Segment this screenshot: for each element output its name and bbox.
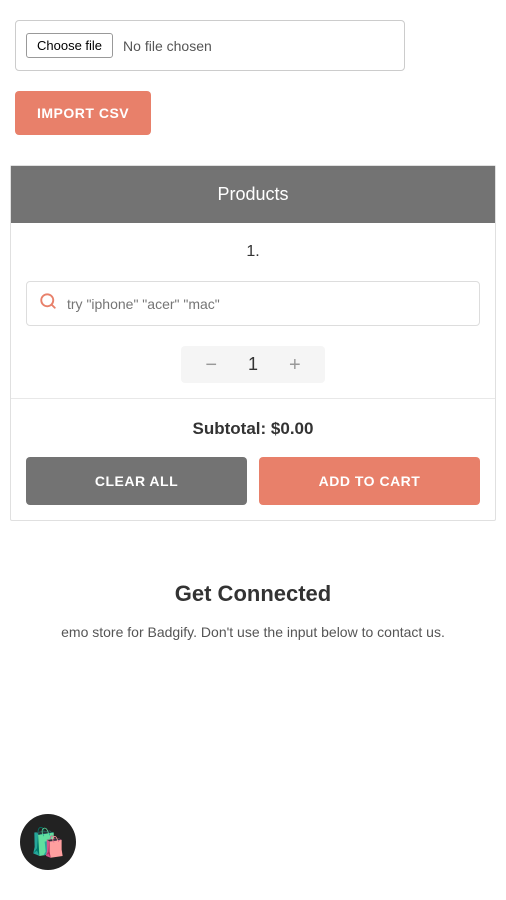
import-csv-button[interactable]: IMPORT CSV [15,91,151,135]
get-connected-section: Get Connected emo store for Badgify. Don… [0,521,506,673]
file-input-section: Choose file No file chosen [0,0,506,81]
product-number: 1. [11,223,495,271]
quantity-increase-button[interactable]: + [285,355,305,375]
search-input[interactable] [67,296,467,312]
search-wrapper [26,281,480,326]
quantity-decrease-button[interactable]: − [201,355,221,375]
search-icon [39,292,57,315]
no-file-label: No file chosen [123,38,212,54]
file-input-wrapper: Choose file No file chosen [15,20,405,71]
action-buttons: CLEAR ALL ADD TO CART [26,457,480,505]
subtotal-text: Subtotal: $0.00 [26,419,480,439]
shopify-icon: 🛍️ [31,826,66,859]
products-section: Products 1. − 1 + Subtotal: $0.00 [10,165,496,521]
products-header: Products [11,166,495,223]
choose-file-button[interactable]: Choose file [26,33,113,58]
get-connected-description: emo store for Badgify. Don't use the inp… [30,621,476,643]
quantity-value: 1 [241,354,265,375]
minus-icon: − [205,354,217,376]
quantity-wrapper: − 1 + [181,346,324,383]
add-to-cart-button[interactable]: ADD TO CART [259,457,480,505]
plus-icon: + [289,354,301,376]
clear-all-button[interactable]: CLEAR ALL [26,457,247,505]
get-connected-title: Get Connected [30,581,476,607]
subtotal-section: Subtotal: $0.00 CLEAR ALL ADD TO CART [11,398,495,520]
quantity-section: − 1 + [26,346,480,383]
import-section: IMPORT CSV [0,81,506,155]
shopify-badge[interactable]: 🛍️ [20,814,76,870]
